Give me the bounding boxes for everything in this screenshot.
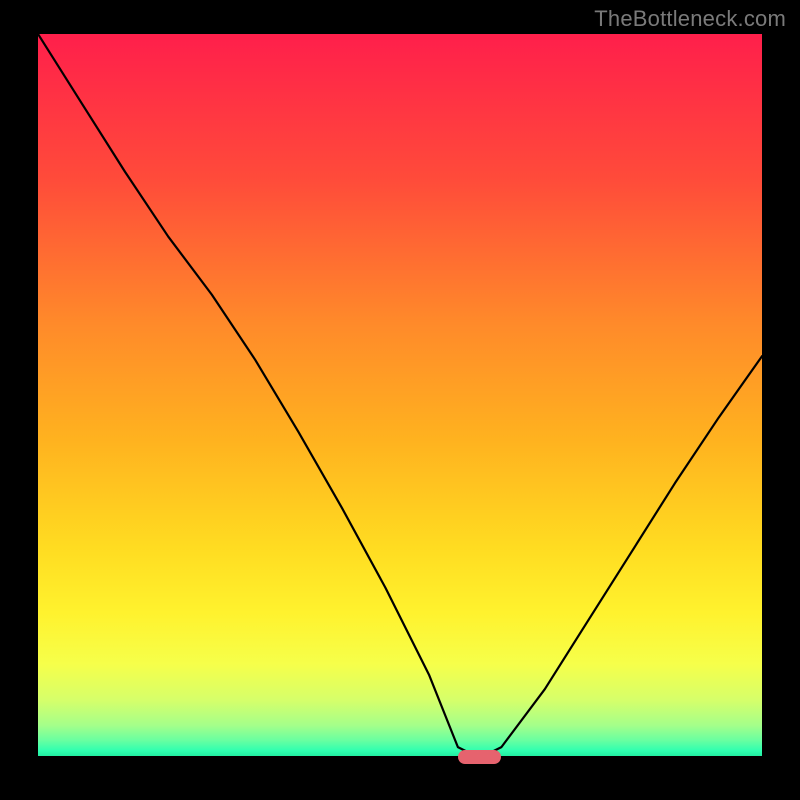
gradient-background <box>38 34 762 758</box>
plot-area <box>38 34 762 758</box>
watermark-text: TheBottleneck.com <box>594 6 786 32</box>
chart-root: TheBottleneck.com <box>0 0 800 800</box>
optimal-range-marker <box>458 750 501 764</box>
chart-svg <box>38 34 762 758</box>
